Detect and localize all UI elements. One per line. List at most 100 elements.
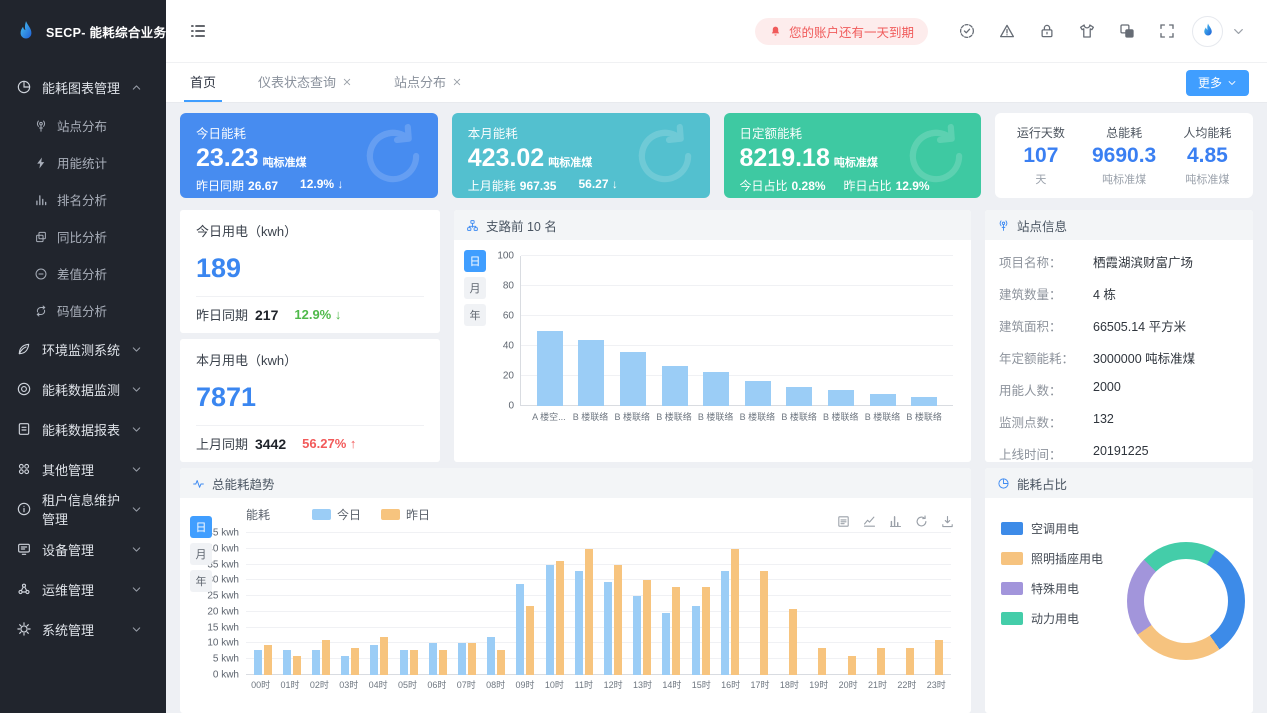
rank-period-toggles: 日月年 <box>464 250 486 462</box>
sidebar-subitem-label: 码值分析 <box>57 301 107 320</box>
trend-chart-panel: 总能耗趋势 日月年 能耗 今日昨日 0 kwh5 kwh10 kwh15 kwh… <box>180 468 971 713</box>
tab-close-icon[interactable] <box>452 77 462 87</box>
sidebar-subitem-用能统计[interactable]: 用能统计 <box>0 144 166 181</box>
station-info-key: 建筑面积： <box>999 316 1093 335</box>
month-power-sub-value: 3442 <box>255 436 286 452</box>
station-info-key: 上线时间： <box>999 444 1093 463</box>
sidebar-item-label: 能耗图表管理 <box>42 78 120 97</box>
trend-toggle-日[interactable]: 日 <box>190 516 212 538</box>
trend-toggle-月[interactable]: 月 <box>190 543 212 565</box>
stat-card-title: 日定额能耗 <box>740 123 966 142</box>
trend-bar-昨日 <box>789 609 797 675</box>
gear-icon <box>16 621 32 637</box>
account-expiry-alert[interactable]: 您的账户还有一天到期 <box>755 18 928 45</box>
toolbox-tool-refresh-icon[interactable] <box>914 514 929 529</box>
trend-bar-今日 <box>604 582 612 675</box>
sidebar-item-运维管理[interactable]: 运维管理 <box>0 569 166 609</box>
tab-bar: 首页 仪表状态查询站点分布 更多 <box>166 63 1267 103</box>
rank-toggle-月[interactable]: 月 <box>464 277 486 299</box>
rank-toggle-年[interactable]: 年 <box>464 304 486 326</box>
y-axis-label: 60 <box>503 311 514 322</box>
donut-legend-item-照明插座用电[interactable]: 照明插座用电 <box>1001 550 1103 567</box>
topbar: 您的账户还有一天到期 <box>166 0 1267 63</box>
toolbox-tool-doc-icon[interactable] <box>836 514 851 529</box>
flame-logo-icon <box>13 19 39 45</box>
sidebar-subitem-排名分析[interactable]: 排名分析 <box>0 181 166 218</box>
y-axis-label: 40 <box>503 341 514 352</box>
app-logo: SECP- 能耗综合业务平台 <box>0 0 166 63</box>
tab-close-icon[interactable] <box>342 77 352 87</box>
user-menu-chevron-down-icon[interactable] <box>1232 25 1245 38</box>
toolbox-tool-bar-icon[interactable] <box>888 514 903 529</box>
trend-bar-昨日 <box>264 645 272 675</box>
lock-icon[interactable] <box>1038 22 1056 40</box>
trend-bar-group <box>423 533 452 675</box>
rank-bar-slot <box>612 256 654 406</box>
trend-bar-今日 <box>283 650 291 675</box>
rank-bar <box>911 397 937 406</box>
trend-hour-label: 17时 <box>745 678 774 691</box>
chevron-down-icon <box>131 344 142 355</box>
y-axis-label: 15 kwh <box>207 622 239 633</box>
sidebar-subitem-码值分析[interactable]: 码值分析 <box>0 292 166 329</box>
avatar[interactable] <box>1192 16 1223 47</box>
trend-bar-group <box>277 533 306 675</box>
seal-check-icon[interactable] <box>958 22 976 40</box>
sidebar-item-系统管理[interactable]: 系统管理 <box>0 609 166 649</box>
more-button[interactable]: 更多 <box>1186 70 1249 96</box>
antenna-icon <box>34 119 48 133</box>
tshirt-icon[interactable] <box>1078 22 1096 40</box>
sidebar-item-能耗数据监测[interactable]: 能耗数据监测 <box>0 369 166 409</box>
tab-label: 首页 <box>190 72 216 91</box>
compare-icon <box>34 230 48 244</box>
rank-chart-panel: 支路前 10 名 日月年 020406080100 A 楼空...B 楼联络B … <box>454 210 971 462</box>
trend-bar-昨日 <box>935 640 943 675</box>
station-info-row: 上线时间：20191225 <box>999 437 1239 462</box>
sidebar-item-设备管理[interactable]: 设备管理 <box>0 529 166 569</box>
rank-category-label: B 楼联络 <box>820 410 862 423</box>
sidebar-subitem-同比分析[interactable]: 同比分析 <box>0 218 166 255</box>
rank-bar <box>828 390 854 407</box>
tab-首页[interactable]: 首页 <box>184 63 222 102</box>
trend-hour-label: 04时 <box>364 678 393 691</box>
leaf-icon <box>16 341 32 357</box>
legend-item-昨日[interactable]: 昨日 <box>381 506 430 523</box>
station-info-key: 项目名称： <box>999 252 1093 271</box>
trend-bar-group <box>832 533 861 675</box>
collapse-menu-icon[interactable] <box>188 21 208 41</box>
sidebar-item-租户信息维护管理[interactable]: 租户信息维护管理 <box>0 489 166 529</box>
donut-legend-item-空调用电[interactable]: 空调用电 <box>1001 520 1103 537</box>
rank-toggle-日[interactable]: 日 <box>464 250 486 272</box>
trend-bar-group <box>774 533 803 675</box>
y-axis-label: 45 kwh <box>207 528 239 539</box>
toolbox-tool-line-icon[interactable] <box>862 514 877 529</box>
tab-仪表状态查询[interactable]: 仪表状态查询 <box>252 63 358 102</box>
donut-legend-item-动力用电[interactable]: 动力用电 <box>1001 610 1103 627</box>
rank-category-label: B 楼联络 <box>903 410 945 423</box>
sidebar-item-能耗数据报表[interactable]: 能耗数据报表 <box>0 409 166 449</box>
trend-bar-group <box>394 533 423 675</box>
sidebar-item-环境监测系统[interactable]: 环境监测系统 <box>0 329 166 369</box>
warning-icon[interactable] <box>998 22 1016 40</box>
trend-hour-label: 22时 <box>892 678 921 691</box>
toolbox-tool-download-icon[interactable] <box>940 514 955 529</box>
sidebar-item-label: 其他管理 <box>42 460 94 479</box>
summary-item-人均能耗: 人均能耗4.85吨标准煤 <box>1166 121 1249 190</box>
sidebar-subitem-label: 差值分析 <box>57 264 107 283</box>
sidebar-subitem-差值分析[interactable]: 差值分析 <box>0 255 166 292</box>
sidebar-item-label: 能耗数据监测 <box>42 380 120 399</box>
trend-toggle-年[interactable]: 年 <box>190 570 212 592</box>
sidebar-item-其他管理[interactable]: 其他管理 <box>0 449 166 489</box>
sidebar-item-能耗图表管理[interactable]: 能耗图表管理 <box>0 67 166 107</box>
legend-item-今日[interactable]: 今日 <box>312 506 361 523</box>
fullscreen-icon[interactable] <box>1158 22 1176 40</box>
minus-circle-icon <box>34 267 48 281</box>
tab-站点分布[interactable]: 站点分布 <box>388 63 468 102</box>
sitemap-icon <box>466 219 479 232</box>
donut-panel-header: 能耗占比 <box>985 468 1253 498</box>
trend-bar-group <box>715 533 744 675</box>
sidebar-subitem-站点分布[interactable]: 站点分布 <box>0 107 166 144</box>
trend-panel-header: 总能耗趋势 <box>180 468 971 498</box>
donut-legend-item-特殊用电[interactable]: 特殊用电 <box>1001 580 1103 597</box>
copy-badge-icon[interactable] <box>1118 22 1136 40</box>
